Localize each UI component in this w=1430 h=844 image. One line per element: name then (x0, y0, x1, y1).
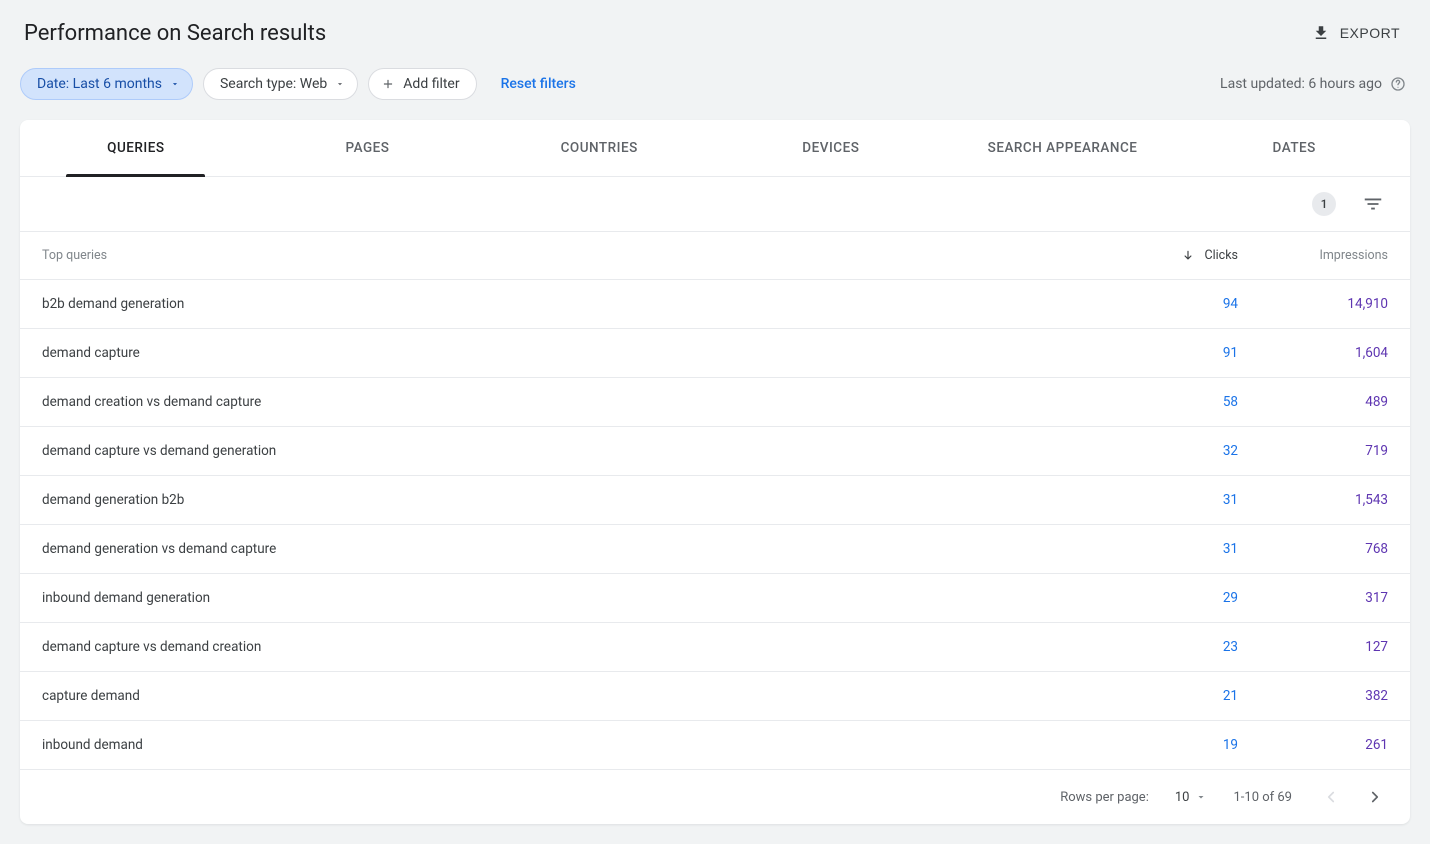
column-header-impressions[interactable]: Impressions (1260, 232, 1410, 280)
clicks-cell: 94 (1120, 280, 1260, 329)
tab-queries[interactable]: QUERIES (20, 120, 252, 176)
filters-bar: Date: Last 6 months Search type: Web Add… (0, 60, 1430, 120)
queries-table: Top queries Clicks Impressions b2b deman… (20, 231, 1410, 770)
query-cell: inbound demand generation (20, 574, 1120, 623)
query-cell: demand capture vs demand creation (20, 623, 1120, 672)
export-label: EXPORT (1340, 25, 1400, 41)
pagination: Rows per page: 10 1-10 of 69 (20, 770, 1410, 824)
help-icon[interactable] (1390, 76, 1406, 92)
clicks-label: Clicks (1204, 248, 1238, 263)
rows-per-page-label: Rows per page: (1060, 790, 1149, 805)
impressions-cell: 719 (1260, 427, 1410, 476)
clicks-cell: 29 (1120, 574, 1260, 623)
chevron-left-icon (1322, 788, 1340, 806)
table-row[interactable]: inbound demand generation29317 (20, 574, 1410, 623)
query-cell: demand capture vs demand generation (20, 427, 1120, 476)
next-page-button[interactable] (1362, 784, 1388, 810)
data-card: QUERIES PAGES COUNTRIES DEVICES SEARCH A… (20, 120, 1410, 824)
query-cell: demand creation vs demand capture (20, 378, 1120, 427)
tab-devices[interactable]: DEVICES (715, 120, 947, 176)
add-filter-label: Add filter (403, 76, 459, 92)
clicks-cell: 23 (1120, 623, 1260, 672)
table-row[interactable]: demand capture vs demand generation32719 (20, 427, 1410, 476)
tab-pages[interactable]: PAGES (252, 120, 484, 176)
impressions-cell: 261 (1260, 721, 1410, 770)
filter-count-badge[interactable]: 1 (1312, 192, 1336, 216)
query-cell: b2b demand generation (20, 280, 1120, 329)
clicks-cell: 91 (1120, 329, 1260, 378)
search-type-label: Search type: Web (220, 76, 327, 92)
impressions-cell: 1,543 (1260, 476, 1410, 525)
impressions-cell: 489 (1260, 378, 1410, 427)
table-row[interactable]: demand generation b2b311,543 (20, 476, 1410, 525)
chevron-down-icon (1195, 791, 1207, 803)
table-row[interactable]: demand generation vs demand capture31768 (20, 525, 1410, 574)
page-title: Performance on Search results (24, 21, 326, 46)
tabs: QUERIES PAGES COUNTRIES DEVICES SEARCH A… (20, 120, 1410, 177)
rows-per-page-value: 10 (1175, 790, 1190, 805)
table-row[interactable]: b2b demand generation9414,910 (20, 280, 1410, 329)
previous-page-button[interactable] (1318, 784, 1344, 810)
date-filter-label: Date: Last 6 months (37, 76, 162, 92)
impressions-cell: 14,910 (1260, 280, 1410, 329)
table-row[interactable]: demand capture911,604 (20, 329, 1410, 378)
query-cell: inbound demand (20, 721, 1120, 770)
plus-icon (381, 77, 395, 91)
clicks-cell: 31 (1120, 476, 1260, 525)
export-button[interactable]: EXPORT (1306, 20, 1406, 46)
table-row[interactable]: inbound demand19261 (20, 721, 1410, 770)
tab-dates[interactable]: DATES (1178, 120, 1410, 176)
filter-list-icon (1362, 193, 1384, 215)
query-cell: demand generation vs demand capture (20, 525, 1120, 574)
date-filter-chip[interactable]: Date: Last 6 months (20, 68, 193, 100)
chevron-down-icon (335, 79, 345, 89)
last-updated-text: Last updated: 6 hours ago (1220, 76, 1382, 92)
query-cell: demand generation b2b (20, 476, 1120, 525)
reset-filters-link[interactable]: Reset filters (501, 76, 576, 92)
query-cell: demand capture (20, 329, 1120, 378)
download-icon (1312, 24, 1330, 42)
add-filter-chip[interactable]: Add filter (368, 68, 476, 100)
column-header-query[interactable]: Top queries (20, 232, 1120, 280)
impressions-cell: 127 (1260, 623, 1410, 672)
page-header: Performance on Search results EXPORT (0, 0, 1430, 60)
filter-list-button[interactable] (1358, 189, 1388, 219)
clicks-cell: 58 (1120, 378, 1260, 427)
impressions-cell: 317 (1260, 574, 1410, 623)
rows-per-page-select[interactable]: 10 (1175, 790, 1208, 805)
chevron-down-icon (170, 79, 180, 89)
clicks-cell: 32 (1120, 427, 1260, 476)
sort-descending-icon (1181, 249, 1195, 263)
impressions-cell: 382 (1260, 672, 1410, 721)
tab-countries[interactable]: COUNTRIES (483, 120, 715, 176)
column-header-clicks[interactable]: Clicks (1120, 232, 1260, 280)
table-row[interactable]: demand capture vs demand creation23127 (20, 623, 1410, 672)
impressions-cell: 768 (1260, 525, 1410, 574)
impressions-cell: 1,604 (1260, 329, 1410, 378)
query-cell: capture demand (20, 672, 1120, 721)
pagination-range: 1-10 of 69 (1233, 790, 1292, 805)
clicks-cell: 31 (1120, 525, 1260, 574)
table-toolbar: 1 (20, 177, 1410, 231)
clicks-cell: 19 (1120, 721, 1260, 770)
last-updated: Last updated: 6 hours ago (1220, 76, 1406, 92)
clicks-cell: 21 (1120, 672, 1260, 721)
table-row[interactable]: capture demand21382 (20, 672, 1410, 721)
search-type-filter-chip[interactable]: Search type: Web (203, 68, 358, 100)
chevron-right-icon (1366, 788, 1384, 806)
table-row[interactable]: demand creation vs demand capture58489 (20, 378, 1410, 427)
tab-search-appearance[interactable]: SEARCH APPEARANCE (947, 120, 1179, 176)
